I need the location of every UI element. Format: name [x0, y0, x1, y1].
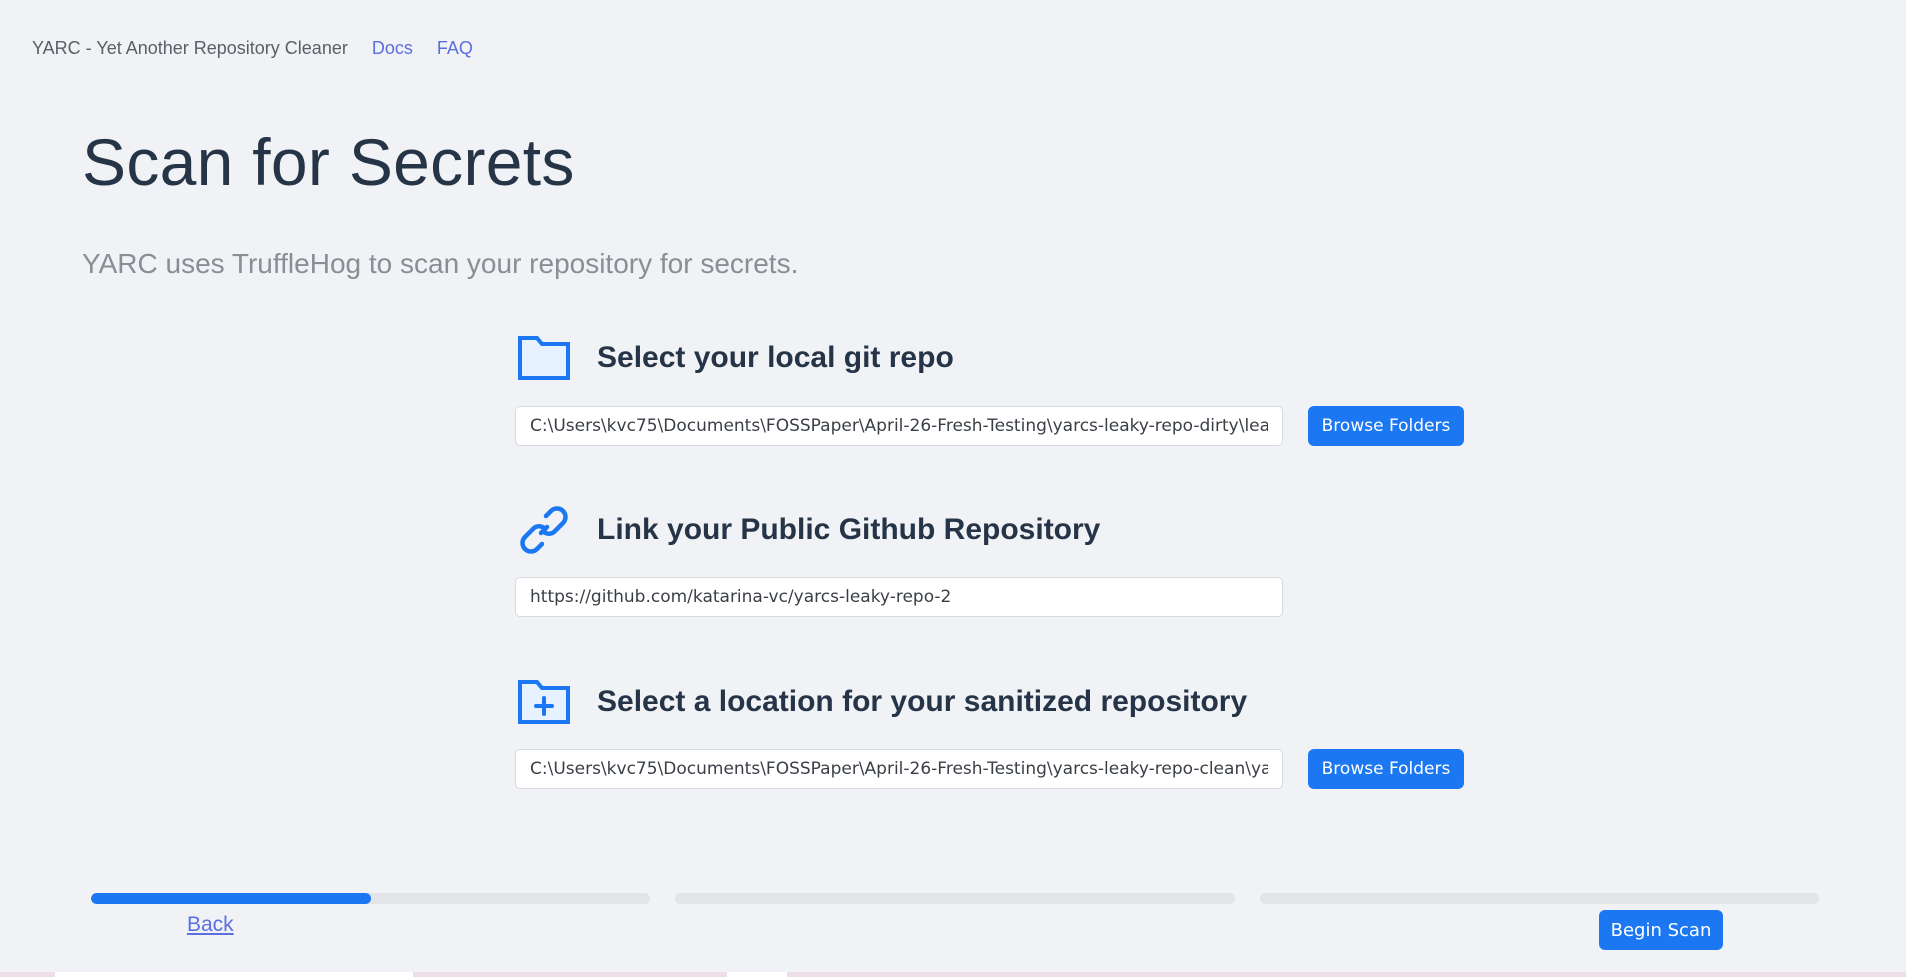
local-repo-header: Select your local git repo	[515, 329, 954, 387]
sanitized-repo-heading: Select a location for your sanitized rep…	[597, 685, 1248, 718]
folder-icon	[515, 329, 573, 387]
folder-plus-icon	[515, 673, 573, 731]
bottom-edge	[0, 972, 1906, 977]
progress-step-1-fill	[91, 893, 371, 904]
bottom-edge-segment	[55, 972, 413, 977]
link-icon	[515, 501, 573, 559]
bottom-edge-segment	[727, 972, 787, 977]
sanitized-repo-header: Select a location for your sanitized rep…	[515, 673, 1247, 731]
back-link[interactable]: Back	[187, 913, 234, 937]
browse-local-repo-button[interactable]: Browse Folders	[1308, 406, 1464, 446]
progress-step-3	[1260, 893, 1819, 904]
github-repo-url-input[interactable]	[515, 577, 1283, 617]
local-repo-path-input[interactable]	[515, 406, 1283, 446]
page-title: Scan for Secrets	[82, 125, 575, 199]
progress-step-2	[675, 893, 1235, 904]
progress-step-1	[91, 893, 650, 904]
local-repo-heading: Select your local git repo	[597, 341, 954, 374]
faq-link[interactable]: FAQ	[437, 38, 473, 59]
begin-scan-button[interactable]: Begin Scan	[1599, 910, 1723, 950]
docs-link[interactable]: Docs	[372, 38, 413, 59]
github-repo-header: Link your Public Github Repository	[515, 501, 1100, 559]
browse-sanitized-repo-button[interactable]: Browse Folders	[1308, 749, 1464, 789]
github-repo-heading: Link your Public Github Repository	[597, 513, 1101, 546]
top-nav: YARC - Yet Another Repository Cleaner Do…	[32, 38, 473, 59]
page-subtitle: YARC uses TruffleHog to scan your reposi…	[82, 248, 799, 279]
app-brand: YARC - Yet Another Repository Cleaner	[32, 38, 348, 58]
sanitized-repo-path-input[interactable]	[515, 749, 1283, 789]
